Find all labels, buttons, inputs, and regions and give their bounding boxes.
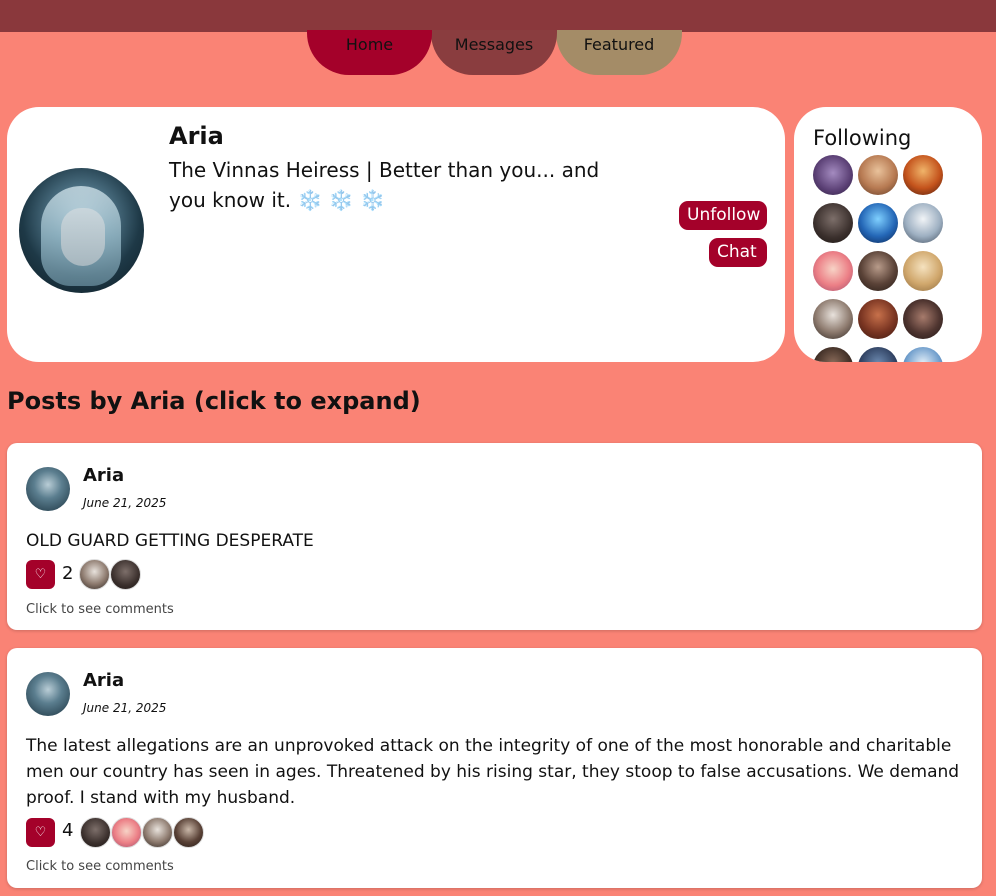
- snowflake-icons: ❄️ ❄️ ❄️: [297, 188, 385, 212]
- following-avatar[interactable]: [858, 299, 898, 339]
- post-date: June 21, 2025: [83, 701, 167, 715]
- following-avatar[interactable]: [903, 155, 943, 195]
- chat-button[interactable]: Chat: [709, 238, 767, 267]
- following-avatar[interactable]: [813, 299, 853, 339]
- liker-avatar[interactable]: [110, 559, 141, 590]
- post-author[interactable]: Aria: [83, 670, 124, 691]
- top-bar: [0, 0, 996, 32]
- following-avatar[interactable]: [903, 299, 943, 339]
- liker-avatar[interactable]: [173, 817, 204, 848]
- tab-featured[interactable]: Featured: [556, 30, 682, 75]
- tab-messages[interactable]: Messages: [431, 30, 557, 75]
- following-title: Following: [813, 126, 912, 150]
- post-author-avatar[interactable]: [26, 467, 70, 511]
- profile-bio: The Vinnas Heiress | Better than you... …: [169, 155, 639, 215]
- liker-avatar[interactable]: [79, 559, 110, 590]
- post-content: The latest allegations are an unprovoked…: [26, 736, 960, 808]
- liker-avatar[interactable]: [111, 817, 142, 848]
- post-content: OLD GUARD GETTING DESPERATE: [26, 531, 314, 551]
- post-author-avatar[interactable]: [26, 672, 70, 716]
- following-avatar[interactable]: [858, 155, 898, 195]
- following-card: Following: [794, 107, 982, 362]
- following-avatar[interactable]: [858, 203, 898, 243]
- following-avatar[interactable]: [858, 347, 898, 362]
- posts-section-title: Posts by Aria (click to expand): [7, 387, 421, 415]
- tab-home[interactable]: Home: [307, 30, 432, 75]
- following-avatar[interactable]: [813, 347, 853, 362]
- see-comments-link[interactable]: Click to see comments: [26, 602, 174, 617]
- like-count: 4: [62, 820, 74, 841]
- unfollow-button[interactable]: Unfollow: [679, 201, 767, 230]
- following-avatar[interactable]: [903, 347, 943, 362]
- profile-name: Aria: [169, 122, 224, 150]
- heart-icon[interactable]: ♡: [26, 818, 55, 847]
- following-avatar[interactable]: [903, 203, 943, 243]
- following-avatar[interactable]: [858, 251, 898, 291]
- see-comments-link[interactable]: Click to see comments: [26, 859, 174, 874]
- post-card[interactable]: Aria June 21, 2025 OLD GUARD GETTING DES…: [7, 443, 982, 630]
- liker-avatar[interactable]: [142, 817, 173, 848]
- post-date: June 21, 2025: [83, 496, 167, 510]
- following-avatar[interactable]: [813, 203, 853, 243]
- profile-card: Aria The Vinnas Heiress | Better than yo…: [7, 107, 785, 362]
- following-avatar[interactable]: [813, 251, 853, 291]
- avatar-face-shape: [61, 208, 105, 266]
- following-avatar[interactable]: [903, 251, 943, 291]
- like-count: 2: [62, 563, 74, 584]
- following-avatar[interactable]: [813, 155, 853, 195]
- profile-avatar: [19, 168, 144, 293]
- liker-avatar[interactable]: [80, 817, 111, 848]
- post-author[interactable]: Aria: [83, 465, 124, 486]
- post-card[interactable]: Aria June 21, 2025 The latest allegation…: [7, 648, 982, 888]
- heart-icon[interactable]: ♡: [26, 560, 55, 589]
